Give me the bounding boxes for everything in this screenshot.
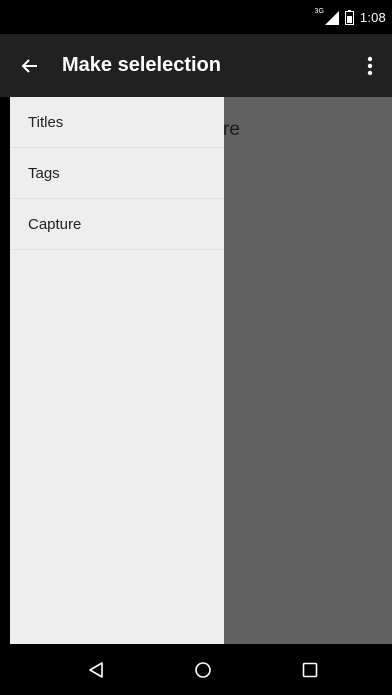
screen-edge <box>0 97 10 644</box>
drawer-item-label: Tags <box>28 164 60 182</box>
arrow-back-icon <box>21 58 37 73</box>
overflow-menu-button[interactable] <box>348 34 392 97</box>
network-type-label: 3G <box>314 8 324 15</box>
drawer-item-capture[interactable]: Capture <box>10 199 224 250</box>
app-screen: 3G 1:08 Make selelection re Titles Tags … <box>0 0 392 695</box>
nav-back-button[interactable] <box>66 644 126 695</box>
home-circle-icon <box>195 661 211 678</box>
system-nav-bar <box>0 644 392 695</box>
signal-icon <box>324 11 339 25</box>
drawer-item-label: Capture <box>28 215 82 233</box>
drawer-item-tags[interactable]: Tags <box>10 148 224 199</box>
more-vert-icon <box>367 56 373 75</box>
app-toolbar: Make selelection <box>0 34 392 97</box>
drawer-item-label: Titles <box>28 113 64 131</box>
battery-icon <box>344 9 354 25</box>
recents-square-icon <box>302 662 318 677</box>
back-triangle-icon <box>89 661 103 678</box>
back-button[interactable] <box>2 34 58 97</box>
navigation-drawer: Titles Tags Capture <box>10 97 224 644</box>
clock: 1:08 <box>359 9 386 25</box>
status-bar: 3G 1:08 <box>0 0 392 34</box>
toolbar-title: Make selelection <box>62 54 221 76</box>
network-indicator: 3G <box>314 8 339 25</box>
drawer-item-titles[interactable]: Titles <box>10 97 224 148</box>
background-content-text: re <box>223 119 240 140</box>
nav-home-button[interactable] <box>173 644 233 695</box>
nav-recents-button[interactable] <box>280 644 340 695</box>
